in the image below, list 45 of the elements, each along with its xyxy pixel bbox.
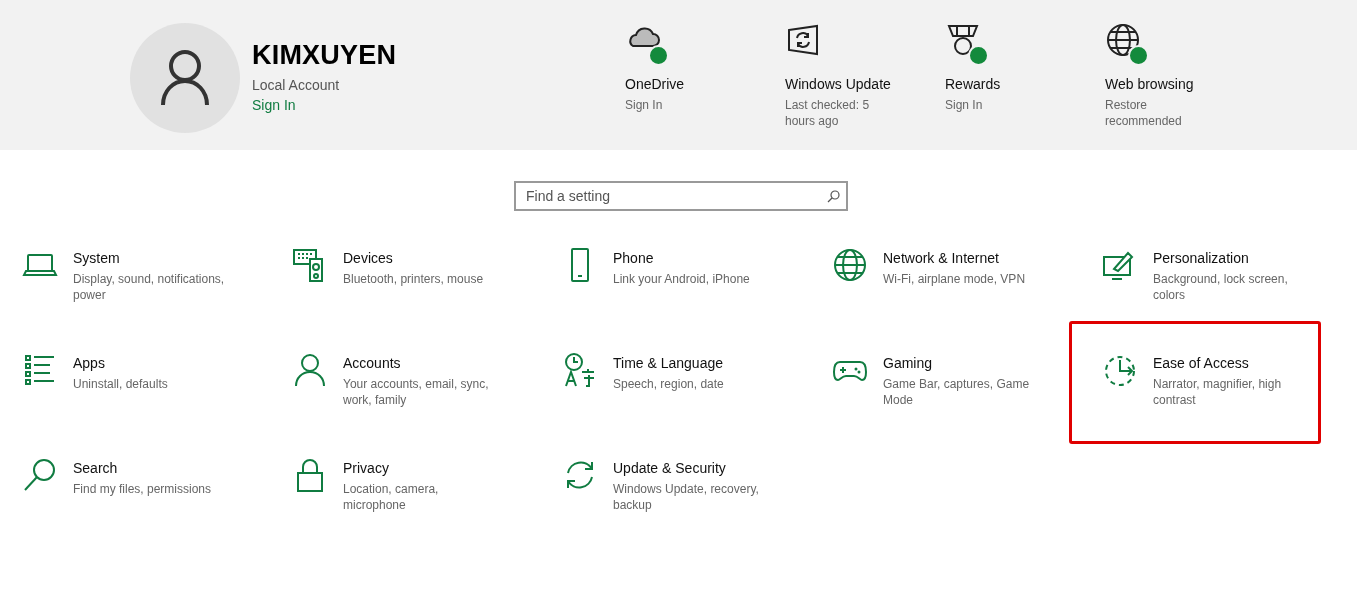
category-title[interactable]: Time & Language <box>613 355 723 371</box>
category-description: Narrator, magnifier, high contrast <box>1153 376 1283 408</box>
category-description: Bluetooth, printers, mouse <box>343 271 485 287</box>
category-description: Uninstall, defaults <box>73 376 169 392</box>
status-subtitle: Sign In <box>945 97 984 113</box>
category-title[interactable]: Devices <box>343 250 393 266</box>
search-icon[interactable] <box>22 457 58 493</box>
globe-icon[interactable] <box>1105 22 1141 58</box>
status-subtitle: Sign In <box>625 97 664 113</box>
sign-in-link[interactable]: Sign In <box>252 97 296 113</box>
person-icon <box>160 50 210 106</box>
search-field[interactable]: Find a setting <box>514 181 848 211</box>
medal-icon[interactable] <box>945 22 981 58</box>
category-description: Display, sound, notifications, power <box>73 271 226 303</box>
category-title[interactable]: Accounts <box>343 355 401 371</box>
category-title[interactable]: Phone <box>613 250 654 266</box>
category-title[interactable]: Privacy <box>343 460 389 476</box>
category-title[interactable]: Ease of Access <box>1153 355 1249 371</box>
status-title[interactable]: Web browsing <box>1105 76 1194 92</box>
status-title[interactable]: Windows Update <box>785 76 891 92</box>
category-description: Link your Android, iPhone <box>613 271 751 287</box>
category-title[interactable]: System <box>73 250 120 266</box>
category-description: Your accounts, email, sync, work, family <box>343 376 490 408</box>
category-description: Location, camera, microphone <box>343 481 440 513</box>
category-title[interactable]: Network & Internet <box>883 250 999 266</box>
category-title[interactable]: Update & Security <box>613 460 726 476</box>
account-type: Local Account <box>252 77 340 93</box>
status-title[interactable]: Rewards <box>945 76 1001 92</box>
category-title[interactable]: Gaming <box>883 355 933 371</box>
category-description: Wi-Fi, airplane mode, VPN <box>883 271 1027 287</box>
category-description: Find my files, permissions <box>73 481 213 497</box>
person-icon[interactable] <box>292 352 328 388</box>
category-description: Windows Update, recovery, backup <box>613 481 760 513</box>
category-title[interactable]: Search <box>73 460 118 476</box>
category-description: Game Bar, captures, Game Mode <box>883 376 1031 408</box>
account-name: KIMXUYEN <box>252 40 397 71</box>
status-title[interactable]: OneDrive <box>625 76 685 92</box>
category-title[interactable]: Apps <box>73 355 105 371</box>
status-subtitle: Restore recommended <box>1105 97 1183 129</box>
category-description: Speech, region, date <box>613 376 725 392</box>
status-subtitle: Last checked: 5 hours ago <box>785 97 871 129</box>
search-icon <box>827 190 840 203</box>
category-description: Background, lock screen, colors <box>1153 271 1289 303</box>
category-title[interactable]: Personalization <box>1153 250 1249 266</box>
window-sync-icon[interactable] <box>785 22 821 58</box>
